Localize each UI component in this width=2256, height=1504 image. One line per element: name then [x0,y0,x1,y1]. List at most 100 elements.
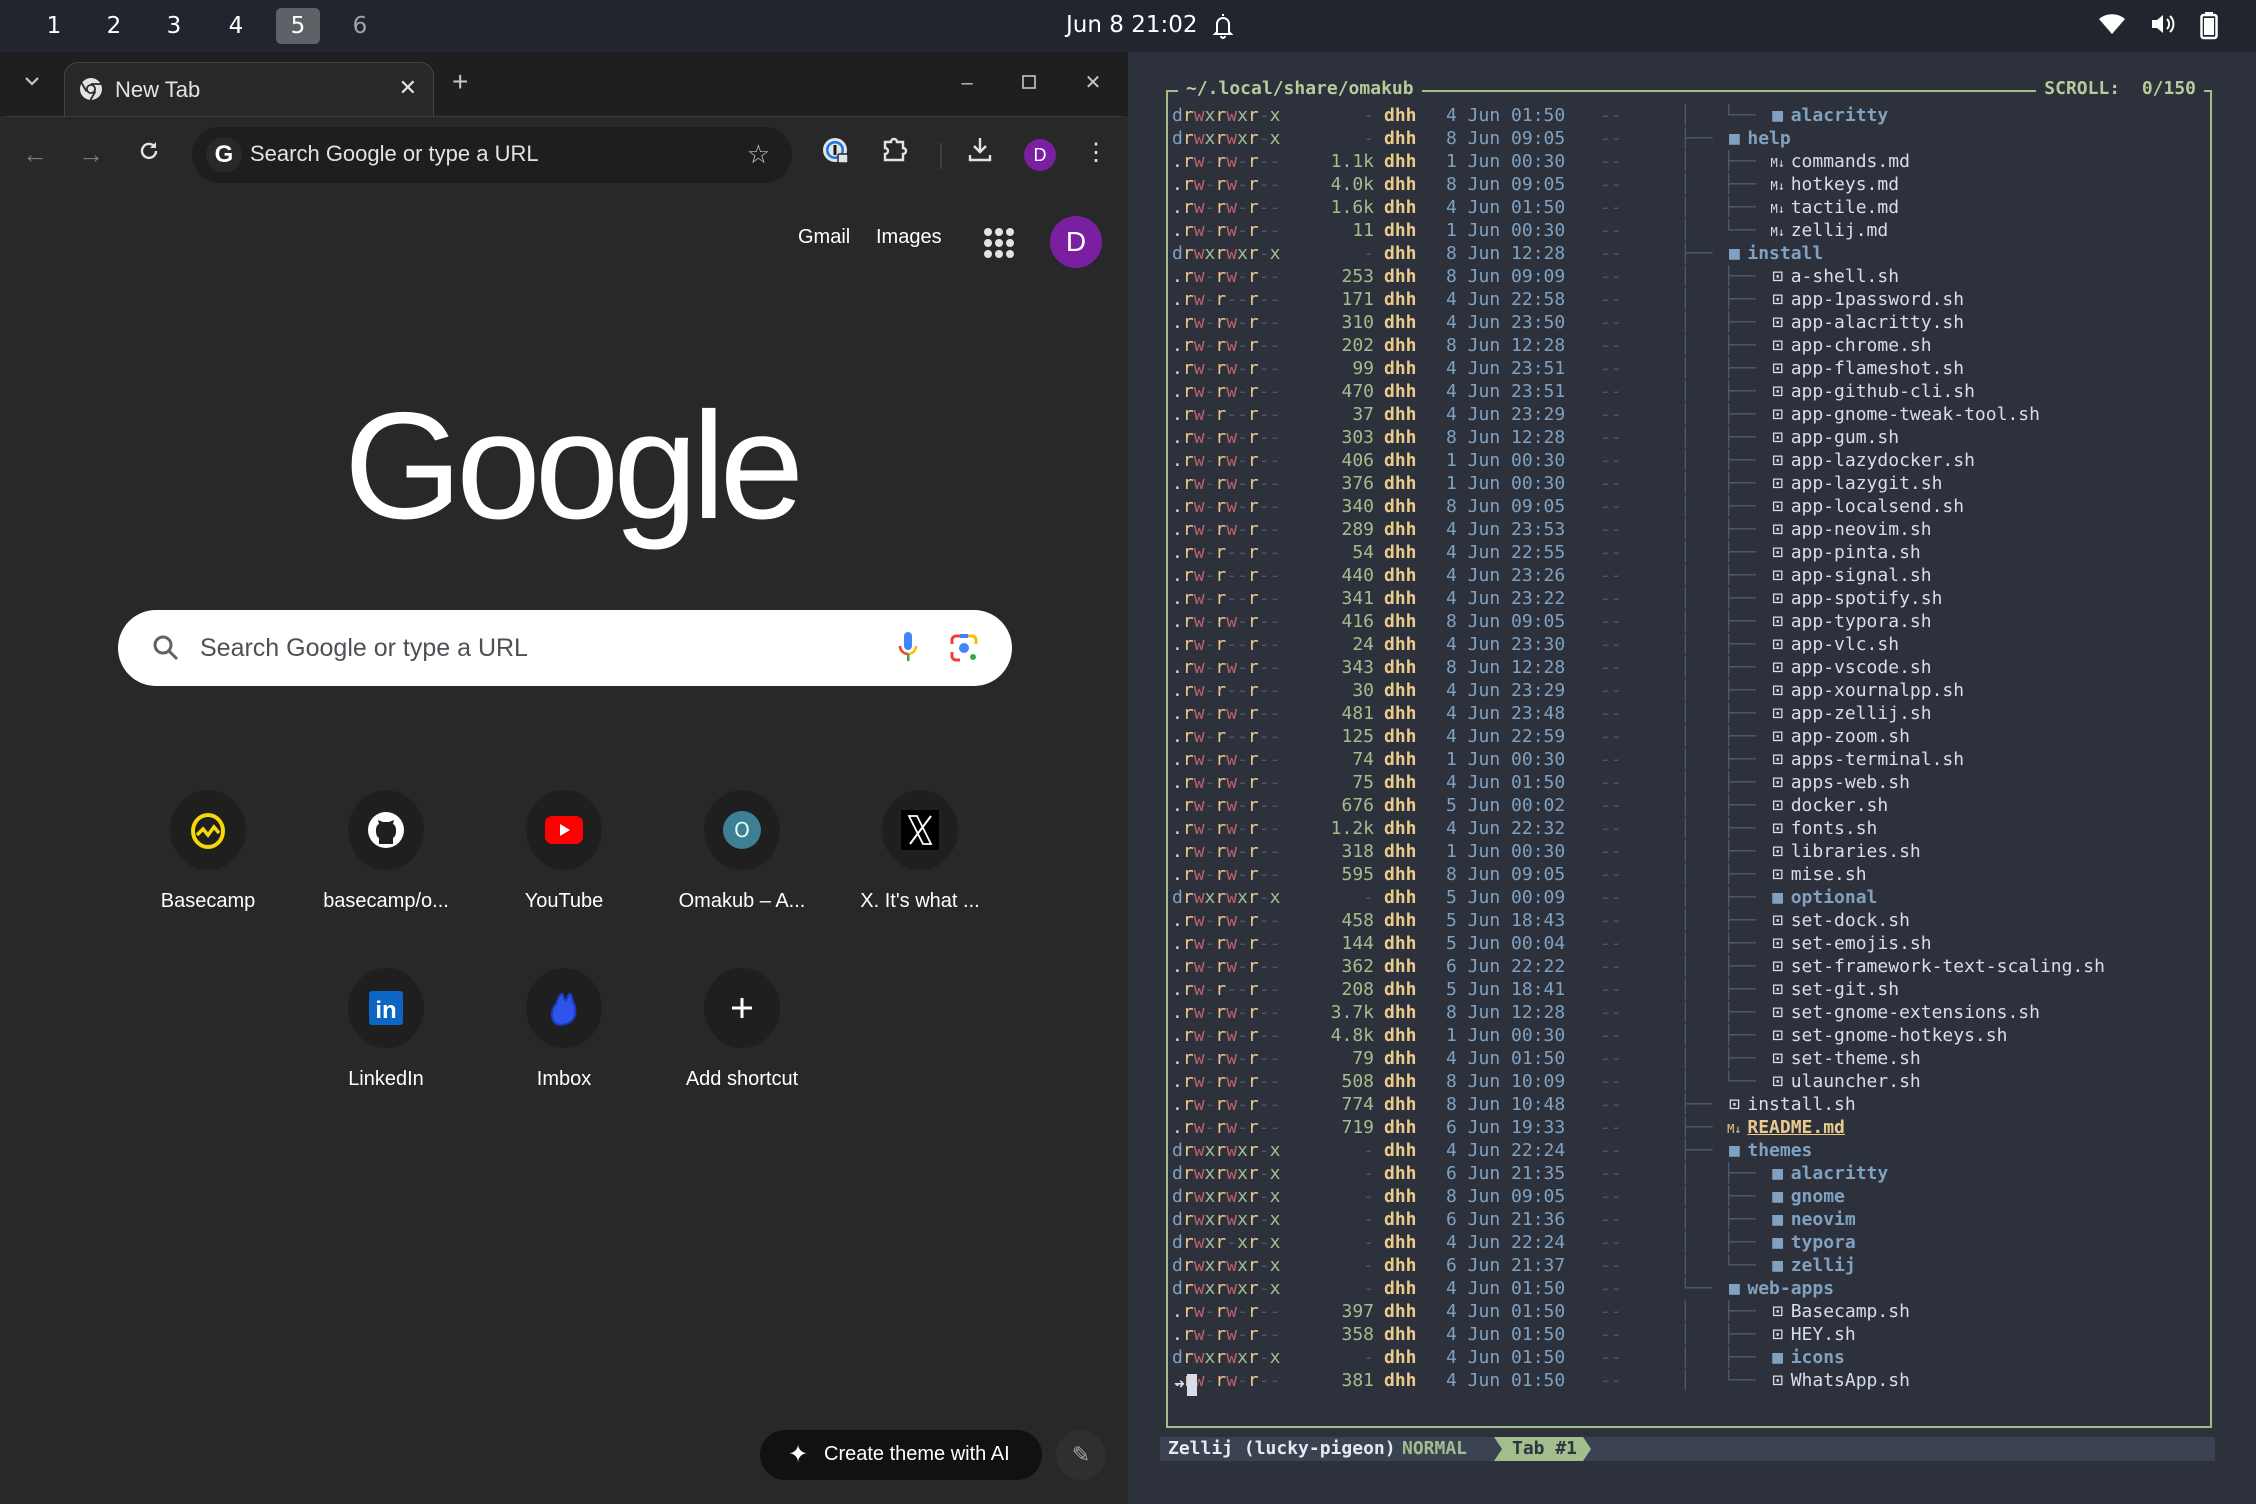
forward-arrow-icon[interactable]: → [74,137,108,171]
shortcut-add[interactable]: Add shortcut [658,968,826,1138]
file-owner: dhh [1384,1048,1417,1069]
file-date: 1 Jun 00:30 [1446,151,1566,172]
reload-icon[interactable] [132,137,166,171]
google-search-box[interactable]: Search Google or type a URL [118,610,1012,686]
file-owner: dhh [1384,703,1417,724]
file-row: drwxrwxr-x - dhh 6 Jun 21:36 -- │ ├── ■ neovim [1172,1208,2105,1231]
file-date: 4 Jun 22:24 [1446,1232,1566,1253]
file-size: 458 [1341,910,1374,931]
tree-entry: │ └── ■ alacritty [1680,104,1888,127]
file-row: drwxr-xr-x - dhh 4 Jun 22:24 -- │ ├── ■ typora [1172,1231,2105,1254]
file-owner: dhh [1384,542,1417,563]
tree-guide: │ ├── [1680,772,1767,793]
tree-entry: │ ├── ⊡ app-neovim.sh [1680,518,1932,541]
maximize-icon[interactable] [1014,68,1044,98]
tree-guide: │ └── [1680,220,1767,241]
1password-extension-icon[interactable] [818,135,854,171]
wifi-icon[interactable] [2098,12,2126,40]
terminal-window[interactable]: ~/.local/share/omakub SCROLL: 0/150 drwx… [1128,52,2256,1504]
create-theme-with-ai-button[interactable]: ✦ Create theme with AI [760,1430,1042,1480]
workspace-2[interactable]: 2 [92,8,136,44]
shortcut-basecamp[interactable]: Basecamp [124,790,292,960]
file-owner: dhh [1384,1002,1417,1023]
bookmark-star-icon[interactable]: ☆ [747,139,770,170]
git-status: -- [1600,174,1622,195]
tab-close-icon[interactable]: ✕ [399,75,417,101]
battery-icon[interactable] [2200,12,2218,40]
google-lens-icon[interactable] [948,632,980,664]
address-bar[interactable]: G Search Google or type a URL ☆ [192,127,792,183]
folder-icon: ■ [1772,1186,1784,1207]
workspace-3[interactable]: 3 [152,8,196,44]
shell-prompt[interactable]: ➜ [1174,1374,1197,1396]
close-window-icon[interactable]: ✕ [1078,68,1108,98]
file-size: 318 [1341,841,1374,862]
file-row: drwxrwxr-x - dhh 6 Jun 21:37 -- │ └── ■ zellij [1172,1254,2105,1277]
file-owner: dhh [1384,772,1417,793]
file-row: .rw-rw-r-- 144 dhh 5 Jun 00:04 -- │ ├── ⊡ set-… [1172,932,2105,955]
shortcut-github[interactable]: basecamp/o... [302,790,470,960]
more-menu-icon[interactable]: ⋮ [1078,135,1114,171]
git-status: -- [1600,266,1622,287]
gmail-link[interactable]: Gmail [798,226,850,249]
images-link[interactable]: Images [876,226,942,249]
workspace-4[interactable]: 4 [214,8,258,44]
file-owner: dhh [1384,634,1417,655]
file-owner: dhh [1384,1094,1417,1115]
tree-guide: │ ├── [1680,151,1767,172]
file-date: 4 Jun 01:50 [1446,1301,1566,1322]
back-arrow-icon[interactable]: ← [18,137,52,171]
profile-avatar[interactable]: D [1024,139,1056,171]
shell-script-icon: ⊡ [1772,588,1784,609]
file-size: 4.0k [1330,174,1374,195]
tab-search-chevron-icon[interactable] [18,68,46,96]
tab-new-tab[interactable]: New Tab ✕ [64,62,434,118]
git-status: -- [1600,542,1622,563]
minimize-icon[interactable]: – [952,68,982,98]
voice-search-mic-icon[interactable] [896,630,920,666]
new-tab-plus-icon[interactable]: + [452,68,468,96]
zellij-tab[interactable]: Tab #1 [1494,1437,1591,1461]
account-avatar[interactable]: D [1050,216,1102,268]
permissions: .rw-rw-r-- [1172,657,1281,678]
google-apps-grid-icon[interactable] [984,228,1014,258]
extensions-puzzle-icon[interactable] [876,135,912,171]
shortcut-linkedin[interactable]: in LinkedIn [302,968,470,1138]
shortcut-youtube[interactable]: YouTube [480,790,648,960]
git-status: -- [1600,726,1622,747]
file-owner: dhh [1384,1370,1417,1391]
shell-script-icon: ⊡ [1772,910,1784,931]
permissions: drwxrwxr-x [1172,105,1281,126]
workspace-6[interactable]: 6 [338,8,382,44]
file-row: .rw-rw-r-- 416 dhh 8 Jun 09:05 -- │ ├── ⊡ app-… [1172,610,2105,633]
tree-entry: │ ├── ⊡ app-lazygit.sh [1680,472,1942,495]
customize-pencil-icon[interactable]: ✎ [1056,1430,1106,1480]
git-status: -- [1600,703,1622,724]
shortcut-x[interactable]: X. It's what ... [836,790,1004,960]
svg-text:in: in [375,997,396,1024]
download-icon[interactable] [962,135,998,171]
file-date: 6 Jun 21:35 [1446,1163,1566,1184]
file-row: .rw-rw-r-- 362 dhh 6 Jun 22:22 -- │ ├── ⊡ set-… [1172,955,2105,978]
tree-entry: │ ├── ⊡ docker.sh [1680,794,1888,817]
tree-guide: │ ├── [1680,1186,1767,1207]
file-name: set-gnome-hotkeys.sh [1790,1025,2008,1046]
volume-icon[interactable] [2150,12,2178,40]
tree-guide: │ ├── [1680,473,1767,494]
file-row: .rw-rw-r-- 340 dhh 8 Jun 09:05 -- │ ├── ⊡ app-… [1172,495,2105,518]
git-status: -- [1600,335,1622,356]
tree-guide: │ ├── [1680,1324,1767,1345]
workspace-1[interactable]: 1 [32,8,76,44]
file-owner: dhh [1384,404,1417,425]
permissions: .rw-rw-r-- [1172,933,1281,954]
shortcut-omakub[interactable]: O Omakub – A... [658,790,826,960]
file-name: hotkeys.md [1790,174,1900,195]
shell-script-icon: ⊡ [1772,266,1784,287]
hey-icon [526,968,602,1048]
file-row: .rw-r--r-- 24 dhh 4 Jun 23:30 -- │ ├── ⊡ app-v… [1172,633,2105,656]
clock[interactable]: Jun 8 21:02 [1066,12,1197,38]
file-size: 362 [1341,956,1374,977]
workspace-5[interactable]: 5 [276,8,320,44]
shortcut-imbox[interactable]: Imbox [480,968,648,1138]
bell-icon[interactable] [1212,12,1234,40]
